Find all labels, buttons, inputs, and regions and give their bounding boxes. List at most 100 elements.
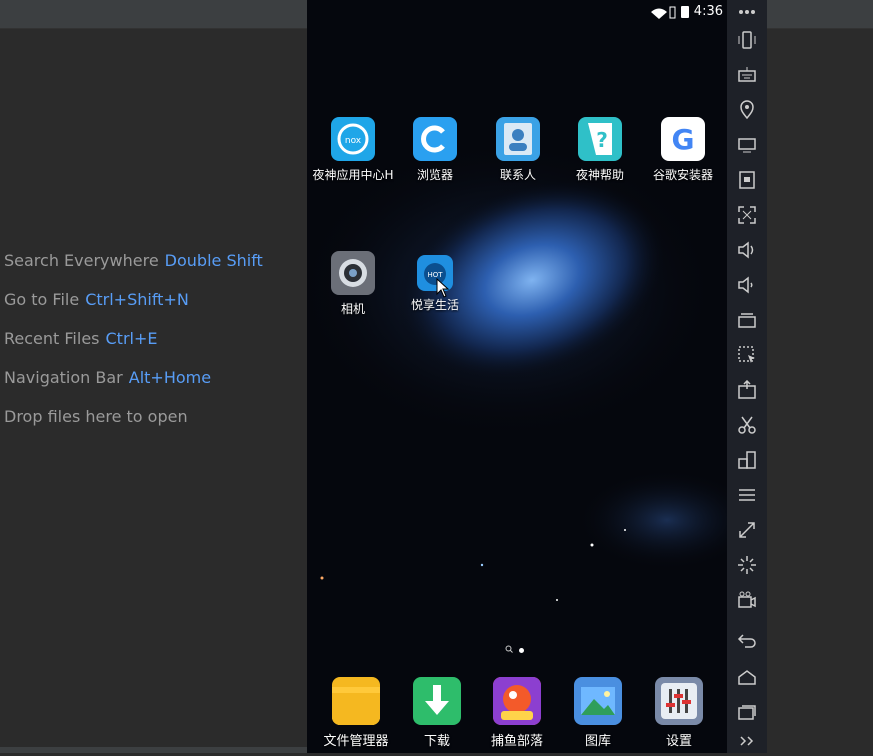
recents-button[interactable] — [727, 697, 767, 727]
download-icon — [413, 677, 461, 725]
menu-button[interactable] — [727, 480, 767, 510]
app-fishing-game[interactable]: 捕鱼部落 — [476, 677, 558, 749]
status-signal-icons — [651, 6, 689, 19]
app-label: 设置 — [665, 734, 692, 749]
app-camera[interactable]: 相机 — [312, 251, 394, 317]
expand-icon — [740, 736, 754, 746]
scissors-icon — [738, 416, 756, 434]
app-label: 相机 — [340, 302, 365, 316]
app-nox-center[interactable]: nox 夜神应用中心H — [312, 117, 394, 183]
screen-button[interactable] — [727, 130, 767, 160]
layout-button[interactable] — [727, 445, 767, 475]
file-manager-icon — [332, 677, 380, 725]
app-label: 悦享生活 — [410, 298, 459, 312]
ide-welcome-hints: Search Everywhere Double Shift Go to File… — [4, 250, 263, 445]
layout-icon — [738, 451, 756, 469]
settings-icon — [655, 677, 703, 725]
ide-right-toolbar — [767, 0, 873, 29]
svg-text:?: ? — [596, 128, 608, 152]
app-browser[interactable]: 浏览器 — [394, 117, 476, 183]
hint-go-to-file: Go to File Ctrl+Shift+N — [4, 289, 263, 328]
help-icon: ? — [578, 117, 622, 161]
page-dot-active — [519, 647, 524, 653]
volume-up-icon — [738, 241, 754, 259]
app-label: 浏览器 — [416, 168, 453, 182]
app-hot-life[interactable]: HOT 悦享生活 — [394, 251, 476, 313]
svg-text:G: G — [672, 123, 695, 156]
resize-button[interactable] — [727, 515, 767, 545]
contacts-icon — [496, 117, 540, 161]
hint-drop-files: Drop files here to open — [4, 406, 263, 445]
app-settings[interactable]: 设置 — [638, 677, 720, 749]
hint-key: Ctrl+Shift+N — [85, 290, 189, 309]
fishing-game-icon — [493, 677, 541, 725]
app-gallery[interactable]: 图库 — [557, 677, 639, 749]
app-contacts[interactable]: 联系人 — [477, 117, 559, 183]
expand-button[interactable] — [727, 726, 767, 756]
toolbox-button[interactable] — [727, 165, 767, 195]
volume-down-icon — [738, 276, 753, 294]
app-label: 文件管理器 — [323, 734, 389, 749]
apk-install-button[interactable] — [727, 375, 767, 405]
app-file-manager[interactable]: 文件管理器 — [315, 677, 397, 749]
hint-label: Recent Files — [4, 329, 100, 348]
app-label: 图库 — [584, 734, 611, 749]
nox-app-center-icon: nox — [331, 117, 375, 161]
back-button[interactable] — [727, 626, 767, 656]
emulator-screen[interactable]: 4:36 nox 夜神应用中心H 浏览器 联系人 ? 夜神帮助 G 谷歌安装器 … — [307, 0, 727, 753]
more-button[interactable] — [727, 0, 767, 27]
more-icon — [739, 10, 755, 14]
back-icon — [737, 634, 756, 648]
app-download[interactable]: 下载 — [396, 677, 478, 749]
keyboard-button[interactable] — [727, 60, 767, 90]
hint-key: Ctrl+E — [105, 329, 158, 348]
home-icon — [738, 670, 756, 685]
multi-instance-icon — [738, 313, 756, 328]
hint-key: Alt+Home — [128, 368, 212, 387]
emulator-toolbar — [727, 0, 767, 753]
svg-text:nox: nox — [345, 136, 362, 146]
home-button[interactable] — [727, 662, 767, 692]
record-button[interactable] — [727, 585, 767, 615]
loading-icon — [738, 556, 756, 574]
gallery-icon — [574, 677, 622, 725]
toolbox-icon — [739, 171, 755, 189]
scissors-button[interactable] — [727, 410, 767, 440]
app-nox-help[interactable]: ? 夜神帮助 — [559, 117, 641, 183]
multi-instance-button[interactable] — [727, 305, 767, 335]
volume-down-button[interactable] — [727, 270, 767, 300]
recents-icon — [738, 705, 756, 720]
location-icon — [740, 100, 754, 120]
ide-right-area — [767, 0, 873, 753]
fullscreen-icon — [738, 206, 756, 224]
menu-icon — [739, 489, 755, 501]
hint-key: Double Shift — [164, 251, 263, 270]
location-button[interactable] — [727, 95, 767, 125]
hint-search-everywhere: Search Everywhere Double Shift — [4, 250, 263, 289]
record-icon — [738, 591, 756, 608]
app-label: 夜神帮助 — [575, 168, 624, 182]
hint-recent-files: Recent Files Ctrl+E — [4, 328, 263, 367]
camera-icon — [331, 251, 375, 295]
hint-navigation-bar: Navigation Bar Alt+Home — [4, 367, 263, 406]
app-label: 夜神应用中心H — [312, 168, 394, 182]
status-time: 4:36 — [693, 4, 723, 19]
screen-icon — [738, 138, 756, 153]
browser-icon — [413, 117, 457, 161]
fullscreen-button[interactable] — [727, 200, 767, 230]
volume-up-button[interactable] — [727, 235, 767, 265]
apk-install-icon — [738, 380, 756, 399]
app-label: 捕鱼部落 — [490, 734, 543, 749]
hint-label: Search Everywhere — [4, 251, 159, 270]
app-label: 谷歌安装器 — [652, 168, 713, 182]
app-google-installer[interactable]: G 谷歌安装器 — [642, 117, 724, 183]
android-status-bar: 4:36 — [307, 0, 727, 24]
shake-button[interactable] — [727, 25, 767, 55]
page-indicator[interactable] — [505, 645, 524, 656]
search-page-icon — [505, 645, 513, 653]
hint-label: Drop files here to open — [4, 407, 188, 426]
loading-button[interactable] — [727, 550, 767, 580]
app-label: 联系人 — [499, 168, 536, 182]
screenshot-button[interactable] — [727, 340, 767, 370]
screenshot-icon — [738, 346, 755, 363]
